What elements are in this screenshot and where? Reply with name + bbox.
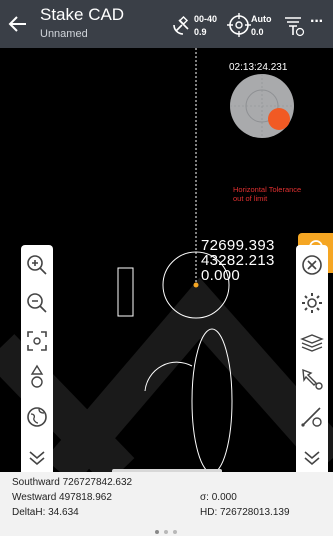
hd-value: HD: 726728013.139: [200, 507, 290, 518]
top-app-bar: Stake CAD Unnamed 00-40 0.9 Auto 0.0 ···: [0, 0, 333, 48]
delta-h-value: DeltaH: 34.634: [12, 507, 79, 518]
collapse-down-icon[interactable]: [23, 443, 51, 471]
solution-status: 00-40: [194, 14, 218, 24]
layers-icon[interactable]: [298, 327, 326, 355]
stake-info-panel: Southward 726727842.632 Westward 497818.…: [0, 472, 333, 536]
stake-line-icon[interactable]: [298, 403, 326, 431]
datalink-icon[interactable]: [280, 12, 306, 38]
sigma-value: σ: 0.000: [200, 492, 237, 503]
center-view-icon[interactable]: [23, 327, 51, 355]
solution-precision: 0.9: [194, 27, 207, 37]
tolerance-warning: Horizontal Tolerance out of limit: [233, 185, 302, 203]
settings-gear-icon[interactable]: [298, 289, 326, 317]
readout-east: 43282.213: [201, 252, 275, 269]
cad-rectangle: [117, 267, 134, 317]
page-title: Stake CAD: [40, 5, 125, 24]
right-map-toolbar: [296, 245, 328, 472]
close-circle-icon[interactable]: [298, 251, 326, 279]
stake-map-canvas[interactable]: 02:13:24.231 Horizontal Tolerance out of…: [0, 48, 333, 472]
project-name: Unnamed: [40, 28, 88, 40]
more-menu-icon[interactable]: ···: [310, 14, 324, 30]
zoom-out-icon[interactable]: [23, 289, 51, 317]
readout-height: 0.000: [201, 267, 241, 284]
satellite-status-icon[interactable]: [170, 12, 196, 38]
positioning-mode: Auto: [251, 14, 272, 24]
globe-icon[interactable]: [23, 403, 51, 431]
positioning-mode-icon[interactable]: [226, 12, 252, 38]
zoom-in-icon[interactable]: [23, 251, 51, 279]
back-arrow-icon[interactable]: [6, 12, 30, 36]
westward-value: Westward 497818.962: [12, 492, 112, 503]
left-map-toolbar: [21, 245, 53, 472]
current-position-marker: [193, 282, 199, 288]
page-dot[interactable]: [155, 530, 159, 534]
position-readout: 72699.393 43282.213 0.000: [201, 238, 275, 283]
target-offset-marker: [268, 108, 290, 130]
southward-value: Southward 726727842.632: [12, 477, 133, 488]
page-dot[interactable]: [173, 530, 177, 534]
positioning-value: 0.0: [251, 27, 264, 37]
page-dot[interactable]: [164, 530, 168, 534]
gnss-time: 02:13:24.231: [229, 62, 288, 73]
readout-north: 72699.393: [201, 237, 275, 254]
collapse-down-icon[interactable]: [298, 443, 326, 471]
navigation-point-icon[interactable]: [23, 363, 51, 391]
select-pointer-icon[interactable]: [298, 365, 326, 393]
